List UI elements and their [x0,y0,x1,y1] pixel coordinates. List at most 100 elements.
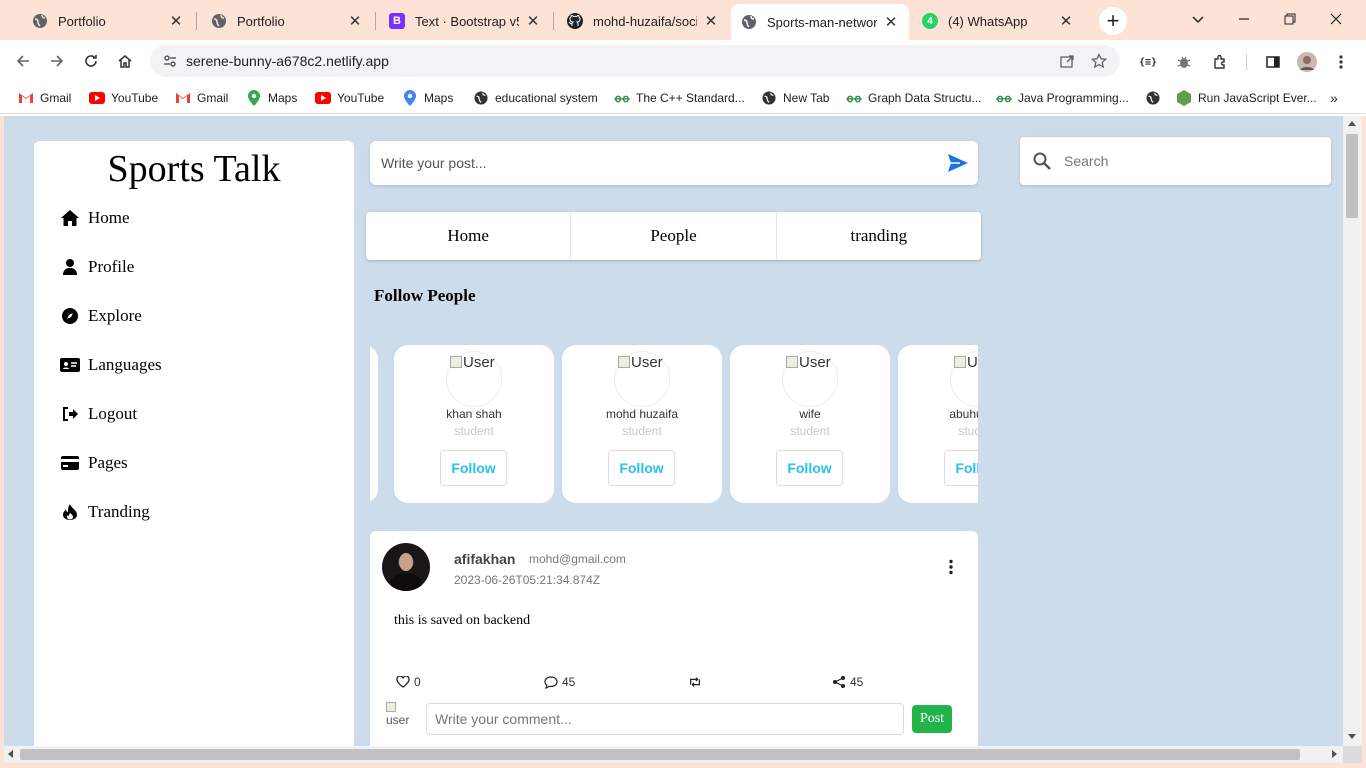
broken-image-icon [618,356,630,368]
more-bookmarks-icon[interactable]: » [1330,89,1338,107]
home-browser-icon[interactable] [112,48,138,74]
bookmark-item[interactable]: ꝋꝋ The C++ Standard... [614,89,744,107]
bookmark-item[interactable]: Maps [246,89,297,107]
close-tab-icon[interactable]: ✕ [703,12,719,30]
comment-button[interactable]: 45 [544,675,575,689]
restore-icon[interactable] [1270,6,1310,32]
close-tab-icon[interactable]: ✕ [168,12,184,30]
page-viewport: Sports Talk Home Profile Explore Languag… [4,116,1343,746]
retweet-button[interactable] [688,675,706,689]
sidebar-item-logout[interactable]: Logout [60,404,137,424]
sidebar-item-home[interactable]: Home [60,208,130,228]
gmail-icon [175,90,191,106]
compass-icon [60,306,80,326]
sidebar-item-tranding[interactable]: Tranding [60,502,150,522]
post-author[interactable]: afifakhan [454,551,515,567]
horizontal-scrollbar[interactable] [4,746,1343,763]
heart-icon [396,675,410,689]
sidebar-item-pages[interactable]: Pages [60,453,128,473]
bookmark-item[interactable]: ꝋꝋ Java Programming... [996,89,1128,107]
user-name: khan shah [446,407,502,421]
close-tab-icon[interactable]: ✕ [347,12,363,30]
post-card: afifakhan mohd@gmail.com 2023-06-26T05:2… [370,531,978,746]
tab-title: (4) WhatsApp [948,13,1028,29]
sidebar-item-explore[interactable]: Explore [60,306,142,326]
browser-tab-active[interactable]: Sports-man-networ ✕ [731,4,909,40]
extensions-icon[interactable] [1209,51,1231,73]
bookmark-item[interactable]: Gmail [175,89,228,107]
bookmark-item[interactable]: YouTube [315,89,384,107]
like-button[interactable]: 0 [396,675,421,689]
bookmark-item[interactable]: New Tab [761,89,829,107]
browser-tab[interactable]: Portfolio ✕ [201,6,373,36]
follow-button[interactable]: Follow [608,450,675,486]
sidebar-item-languages[interactable]: Languages [60,355,162,375]
sidebar-item-profile[interactable]: Profile [60,257,134,277]
broken-image-icon [450,356,462,368]
tab-people[interactable]: People [571,212,777,260]
close-tab-icon[interactable]: ✕ [883,13,899,31]
search-box[interactable]: Search [1020,137,1331,185]
minimize-icon[interactable] [1224,6,1264,32]
json-extension-icon[interactable]: {≡} [1137,51,1159,73]
close-tab-icon[interactable]: ✕ [525,12,541,30]
address-bar[interactable]: serene-bunny-a678c2.netlify.app [150,45,1120,77]
tab-search-icon[interactable] [1178,6,1218,32]
bookmark-item[interactable]: Maps [402,89,453,107]
forward-icon[interactable] [44,48,70,74]
vertical-scrollbar[interactable] [1343,116,1362,746]
bookmark-star-icon[interactable] [1088,50,1110,72]
post-comment-button[interactable]: Post [912,705,952,733]
more-options-icon[interactable] [944,557,958,577]
gmail-icon [18,90,34,106]
reload-icon[interactable] [78,48,104,74]
bookmark-item[interactable] [1145,89,1167,107]
comment-input[interactable]: Write your comment... [426,703,904,735]
close-window-icon[interactable] [1316,6,1356,32]
site-info-icon[interactable] [162,53,178,69]
toolbar-divider [1246,54,1247,70]
menu-kebab-icon[interactable] [1330,51,1352,73]
brand-title: Sports Talk [107,148,281,190]
bookmark-item[interactable]: educational system [473,89,598,107]
bookmark-item[interactable]: ꝋꝋ Graph Data Structu... [846,89,981,107]
browser-tab[interactable]: Portfolio ✕ [22,6,194,36]
nodejs-icon [1176,90,1192,106]
tab-tranding[interactable]: tranding [777,212,981,260]
bookmark-item[interactable]: YouTube [89,89,158,107]
side-panel-icon[interactable] [1262,51,1284,73]
globe-icon [211,13,227,29]
browser-tab[interactable]: 4 (4) WhatsApp ✕ [912,6,1084,36]
github-icon [567,13,583,29]
geeks-icon: ꝋꝋ [846,92,862,105]
bug-extension-icon[interactable] [1173,51,1195,73]
browser-tab[interactable]: mohd-huzaifa/socia ✕ [557,6,729,36]
youtube-icon [89,90,105,106]
back-icon[interactable] [10,48,36,74]
close-tab-icon[interactable]: ✕ [1058,12,1074,30]
user-name: abuhuraira [949,407,978,421]
follow-button[interactable]: Follow [944,450,978,486]
follow-carousel[interactable]: User khan shah student Follow User mohd … [370,345,978,505]
follow-button[interactable]: Follow [776,450,843,486]
geeks-icon: ꝋꝋ [614,92,630,105]
bookmark-item[interactable]: Run JavaScript Ever... [1176,89,1317,107]
fire-icon [60,502,80,522]
author-avatar[interactable] [382,543,430,591]
browser-tab[interactable]: B Text · Bootstrap v5.0 ✕ [379,6,551,36]
sidebar: Sports Talk Home Profile Explore Languag… [34,141,354,746]
bookmark-item[interactable]: Gmail [18,89,71,107]
search-input[interactable]: Search [1064,153,1108,169]
post-composer[interactable]: Write your post... [370,141,978,185]
share-icon[interactable] [1056,50,1078,72]
tab-home[interactable]: Home [366,212,572,260]
send-icon[interactable] [946,151,970,175]
share-button[interactable]: 45 [832,675,863,689]
post-input[interactable]: Write your post... [381,155,946,171]
follow-button[interactable]: Follow [440,450,507,486]
broken-image-icon [386,702,396,712]
profile-avatar-icon[interactable] [1296,51,1318,73]
new-tab-button[interactable]: + [1099,7,1127,35]
user-name: wife [799,407,821,421]
globe-icon [761,90,777,106]
